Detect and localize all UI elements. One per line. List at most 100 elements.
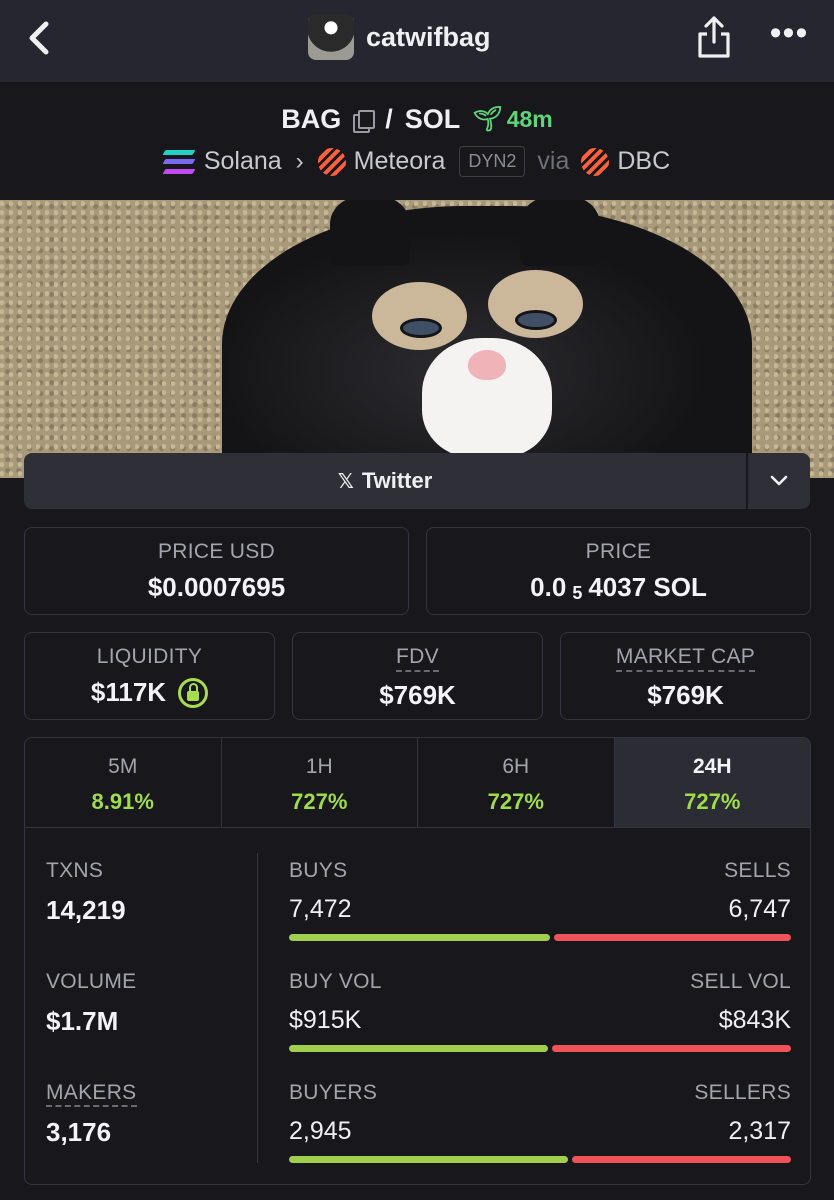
pair-name-line: BAG / SOL 🌱︎ 48m xyxy=(0,104,834,135)
pair-header: BAG / SOL 🌱︎ 48m Solana › Meteora DYN2 v… xyxy=(0,82,834,200)
sell-vol-bar xyxy=(552,1045,791,1052)
chain-breadcrumb: Solana › Meteora DYN2 via DBC xyxy=(0,146,834,177)
liquidity-label: LIQUIDITY xyxy=(96,645,203,668)
txns-metric: TXNS 14,219 xyxy=(46,859,126,926)
eye-patch-left xyxy=(372,282,467,350)
makers-label: MAKERS xyxy=(46,1081,137,1107)
sellers-value: 2,317 xyxy=(728,1117,791,1145)
sells-value: 6,747 xyxy=(728,895,791,923)
buy-vol-value: $915K xyxy=(289,1006,362,1034)
back-button[interactable] xyxy=(20,18,60,58)
volume-ratio-bar xyxy=(289,1045,791,1052)
buy-vol-bar xyxy=(289,1045,548,1052)
buys-sells-split: BUYS SELLS 7,472 6,747 xyxy=(289,859,791,941)
market-cap-card[interactable]: MARKET CAP $769K xyxy=(560,632,811,720)
tab-label: 1H xyxy=(305,755,333,778)
share-button[interactable] xyxy=(694,14,734,60)
sprout-icon: 🌱︎ xyxy=(472,106,503,133)
market-cap-label: MARKET CAP xyxy=(615,645,756,672)
price-native-value: 0.0 5 4037 SOL xyxy=(427,572,810,603)
more-options-button[interactable]: ••• xyxy=(768,16,810,52)
tab-change: 727% xyxy=(291,789,348,814)
price-native-card: PRICE 0.0 5 4037 SOL xyxy=(426,527,811,615)
x-logo-icon: 𝕏 xyxy=(337,470,354,493)
meteora-icon xyxy=(317,147,346,176)
price-usd-card: PRICE USD $0.0007695 xyxy=(24,527,409,615)
token-avatar xyxy=(308,14,354,60)
transactions-panel: 5M 8.91% 1H 727% 6H 727% 24H 727% TXNS 1… xyxy=(24,737,811,1185)
activity-rows: TXNS 14,219 BUYS SELLS 7,472 6,747 VOLUM… xyxy=(25,829,810,1184)
lock-icon[interactable] xyxy=(178,677,209,708)
social-links-bar: 𝕏 Twitter xyxy=(24,453,810,509)
makers-value: 3,176 xyxy=(46,1117,112,1147)
volume-value: $1.7M xyxy=(46,1006,119,1036)
more-dots-icon: ••• xyxy=(769,14,809,52)
buyers-value: 2,945 xyxy=(289,1117,352,1145)
tab-24h[interactable]: 24H 727% xyxy=(614,738,810,827)
column-divider xyxy=(257,853,258,1163)
liquidity-value: $117K xyxy=(90,677,167,707)
launchpad-name[interactable]: DBC xyxy=(617,147,670,176)
bag-ear-left xyxy=(330,200,410,266)
price-native-suffix: 4037 SOL xyxy=(588,572,707,602)
chevron-down-icon xyxy=(770,475,788,486)
buys-sells-ratio-bar xyxy=(289,934,791,941)
tab-change: 727% xyxy=(487,789,544,814)
market-cap-value: $769K xyxy=(647,680,724,710)
fdv-value: $769K xyxy=(379,680,456,710)
fdv-card[interactable]: FDV $769K xyxy=(292,632,543,720)
sells-label: SELLS xyxy=(724,859,791,882)
buy-vol-label: BUY VOL xyxy=(289,970,382,993)
buyers-label: BUYERS xyxy=(289,1081,378,1104)
txns-value: 14,219 xyxy=(46,895,126,925)
volume-metric: VOLUME $1.7M xyxy=(46,970,137,1037)
twitter-label: Twitter xyxy=(361,468,433,493)
tab-5m[interactable]: 5M 8.91% xyxy=(25,738,222,827)
token-title: catwifbag xyxy=(366,21,491,52)
tab-1h[interactable]: 1H 727% xyxy=(222,738,418,827)
tab-change: 8.91% xyxy=(91,789,154,814)
cat-eye-left xyxy=(400,318,442,338)
liquidity-value-row: $117K xyxy=(25,677,274,708)
links-dropdown-button[interactable] xyxy=(746,453,810,509)
timeframe-tabs: 5M 8.91% 1H 727% 6H 727% 24H 727% xyxy=(25,738,810,828)
cat-eye-right xyxy=(515,310,557,330)
token-title-group: catwifbag xyxy=(308,14,491,60)
price-native-zero-count: 5 xyxy=(572,583,583,603)
buys-value: 7,472 xyxy=(289,895,352,923)
buyers-sellers-split: BUYERS SELLERS 2,945 2,317 xyxy=(289,1081,791,1163)
sellers-bar xyxy=(572,1156,791,1163)
buys-label: BUYS xyxy=(289,859,348,882)
price-usd-label: PRICE USD xyxy=(157,540,276,563)
tab-label: 24H xyxy=(692,755,732,778)
tab-change: 727% xyxy=(684,789,741,814)
buyers-bar xyxy=(289,1156,568,1163)
solana-icon xyxy=(162,149,196,174)
top-nav-bar: catwifbag ••• xyxy=(0,0,834,82)
via-label: via xyxy=(537,147,570,175)
pair-age: 48m xyxy=(506,106,553,132)
volume-label: VOLUME xyxy=(46,970,137,993)
sells-bar xyxy=(554,934,791,941)
dex-version-badge: DYN2 xyxy=(459,146,526,177)
fdv-label: FDV xyxy=(396,645,439,672)
price-native-prefix: 0.0 xyxy=(530,572,567,602)
base-symbol: BAG xyxy=(281,104,342,134)
tab-label: 5M xyxy=(108,755,138,778)
makers-metric[interactable]: MAKERS 3,176 xyxy=(46,1081,137,1148)
txns-label: TXNS xyxy=(46,859,104,882)
buyers-sellers-ratio-bar xyxy=(289,1156,791,1163)
tab-label: 6H xyxy=(502,755,530,778)
twitter-button[interactable]: 𝕏 Twitter xyxy=(24,453,746,509)
cat-nose xyxy=(468,350,506,380)
chevron-right-icon: › xyxy=(295,147,304,175)
sellers-label: SELLERS xyxy=(694,1081,791,1104)
chain-name[interactable]: Solana xyxy=(204,147,282,176)
buy-sell-volume-split: BUY VOL SELL VOL $915K $843K xyxy=(289,970,791,1052)
token-banner-image xyxy=(0,200,834,478)
buys-bar xyxy=(289,934,550,941)
dex-name[interactable]: Meteora xyxy=(354,147,446,176)
price-native-label: PRICE xyxy=(585,540,652,563)
copy-icon[interactable] xyxy=(351,109,376,133)
tab-6h[interactable]: 6H 727% xyxy=(418,738,615,827)
